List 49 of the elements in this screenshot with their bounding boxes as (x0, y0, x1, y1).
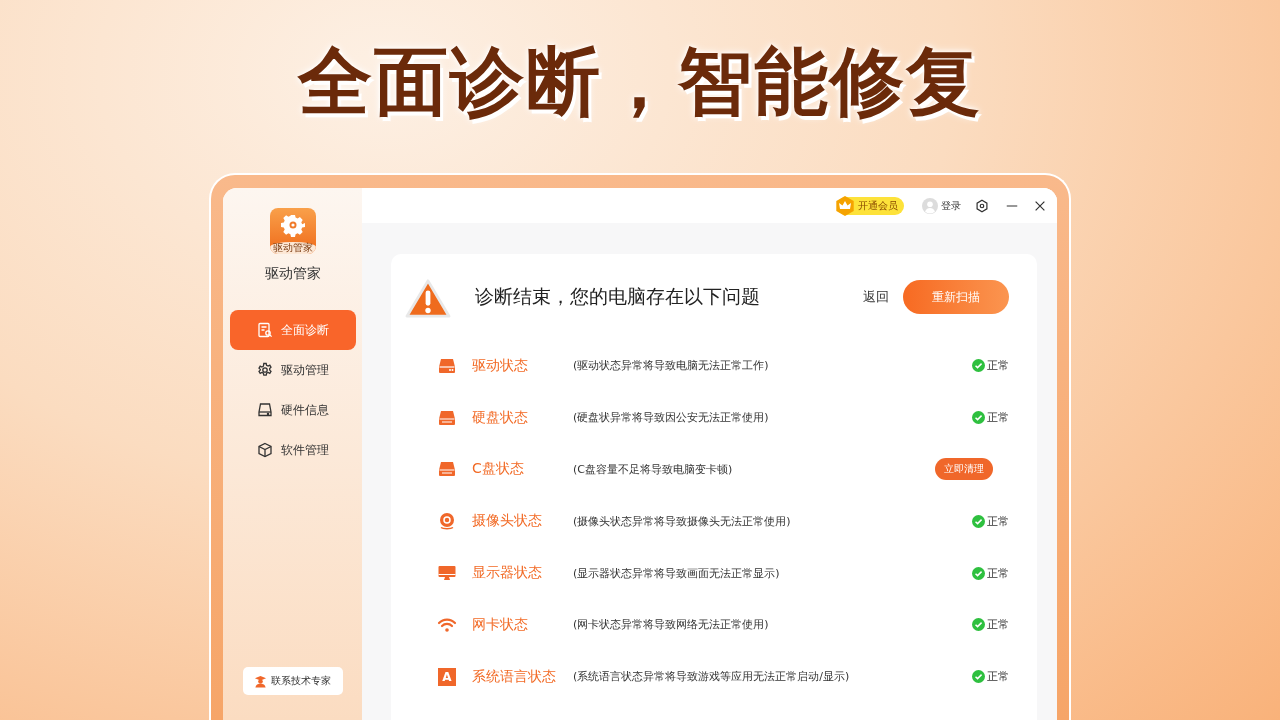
check-description: (驱动状态异常将导致电脑无法正常工作) (573, 358, 770, 374)
check-name: 摄像头状态 (472, 512, 543, 531)
check-icon (972, 411, 985, 425)
check-name: 网卡状态 (472, 615, 529, 634)
status-text: 正常 (987, 669, 1009, 685)
status-text: 正常 (987, 410, 1009, 426)
sidebar-item[interactable]: 硬件信息 (229, 390, 356, 430)
check-icon (972, 359, 985, 373)
vip-button[interactable]: 开通会员 (837, 196, 904, 215)
check-description: (硬盘状异常将导致因公安无法正常使用) (573, 410, 770, 426)
check-name: 硬盘状态 (472, 408, 529, 427)
back-link[interactable]: 返回 (863, 288, 889, 306)
logo-caption: 驱动管家 (269, 242, 316, 254)
gear-icon (256, 362, 273, 378)
check-description: (C盘容量不足将导致电脑变卡顿) (573, 462, 734, 477)
check-name: 驱动状态 (472, 356, 529, 375)
status-text: 正常 (987, 513, 1009, 529)
webcam-icon (437, 511, 457, 532)
warning-icon (405, 278, 451, 320)
settings-icon[interactable] (975, 198, 989, 213)
report-icon (256, 322, 273, 338)
sidebar-item[interactable]: 软件管理 (229, 430, 356, 470)
app-name: 驱动管家 (264, 265, 321, 283)
check-description: (摄像头状态异常将导致摄像头无法正常使用) (573, 513, 792, 529)
sidebar-item[interactable]: 驱动管理 (229, 350, 356, 390)
check-icon (972, 618, 985, 632)
check-description: (系统语言状态异常将导致游戏等应用无法正常启动/显示) (573, 669, 851, 685)
headline: 全面诊断，智能修复 (298, 37, 982, 126)
check-description: (显示器状态异常将导致画面无法正常显示) (573, 565, 781, 581)
status-text: 正常 (987, 358, 1009, 374)
gear-icon (280, 213, 305, 237)
check-icon (972, 514, 985, 528)
crown-icon (835, 195, 855, 216)
status-text: 正常 (987, 617, 1009, 633)
cube-icon (256, 442, 273, 458)
check-icon (972, 670, 985, 684)
contact-expert-button[interactable]: 联系技术专家 (242, 667, 343, 695)
check-name: C盘状态 (472, 460, 525, 479)
status-text: 正常 (987, 565, 1009, 581)
drive-icon (256, 402, 273, 418)
avatar-icon (922, 197, 938, 214)
check-icon (972, 566, 985, 580)
check-description: (网卡状态异常将导致网络无法正常使用) (573, 617, 770, 633)
expert-icon (254, 674, 267, 688)
check-name: 系统语言状态 (472, 667, 557, 686)
report-title: 诊断结束，您的电脑存在以下问题 (475, 284, 761, 309)
check-name: 显示器状态 (472, 564, 543, 583)
language-icon: A (438, 667, 456, 686)
login-button[interactable]: 登录 (922, 197, 961, 214)
